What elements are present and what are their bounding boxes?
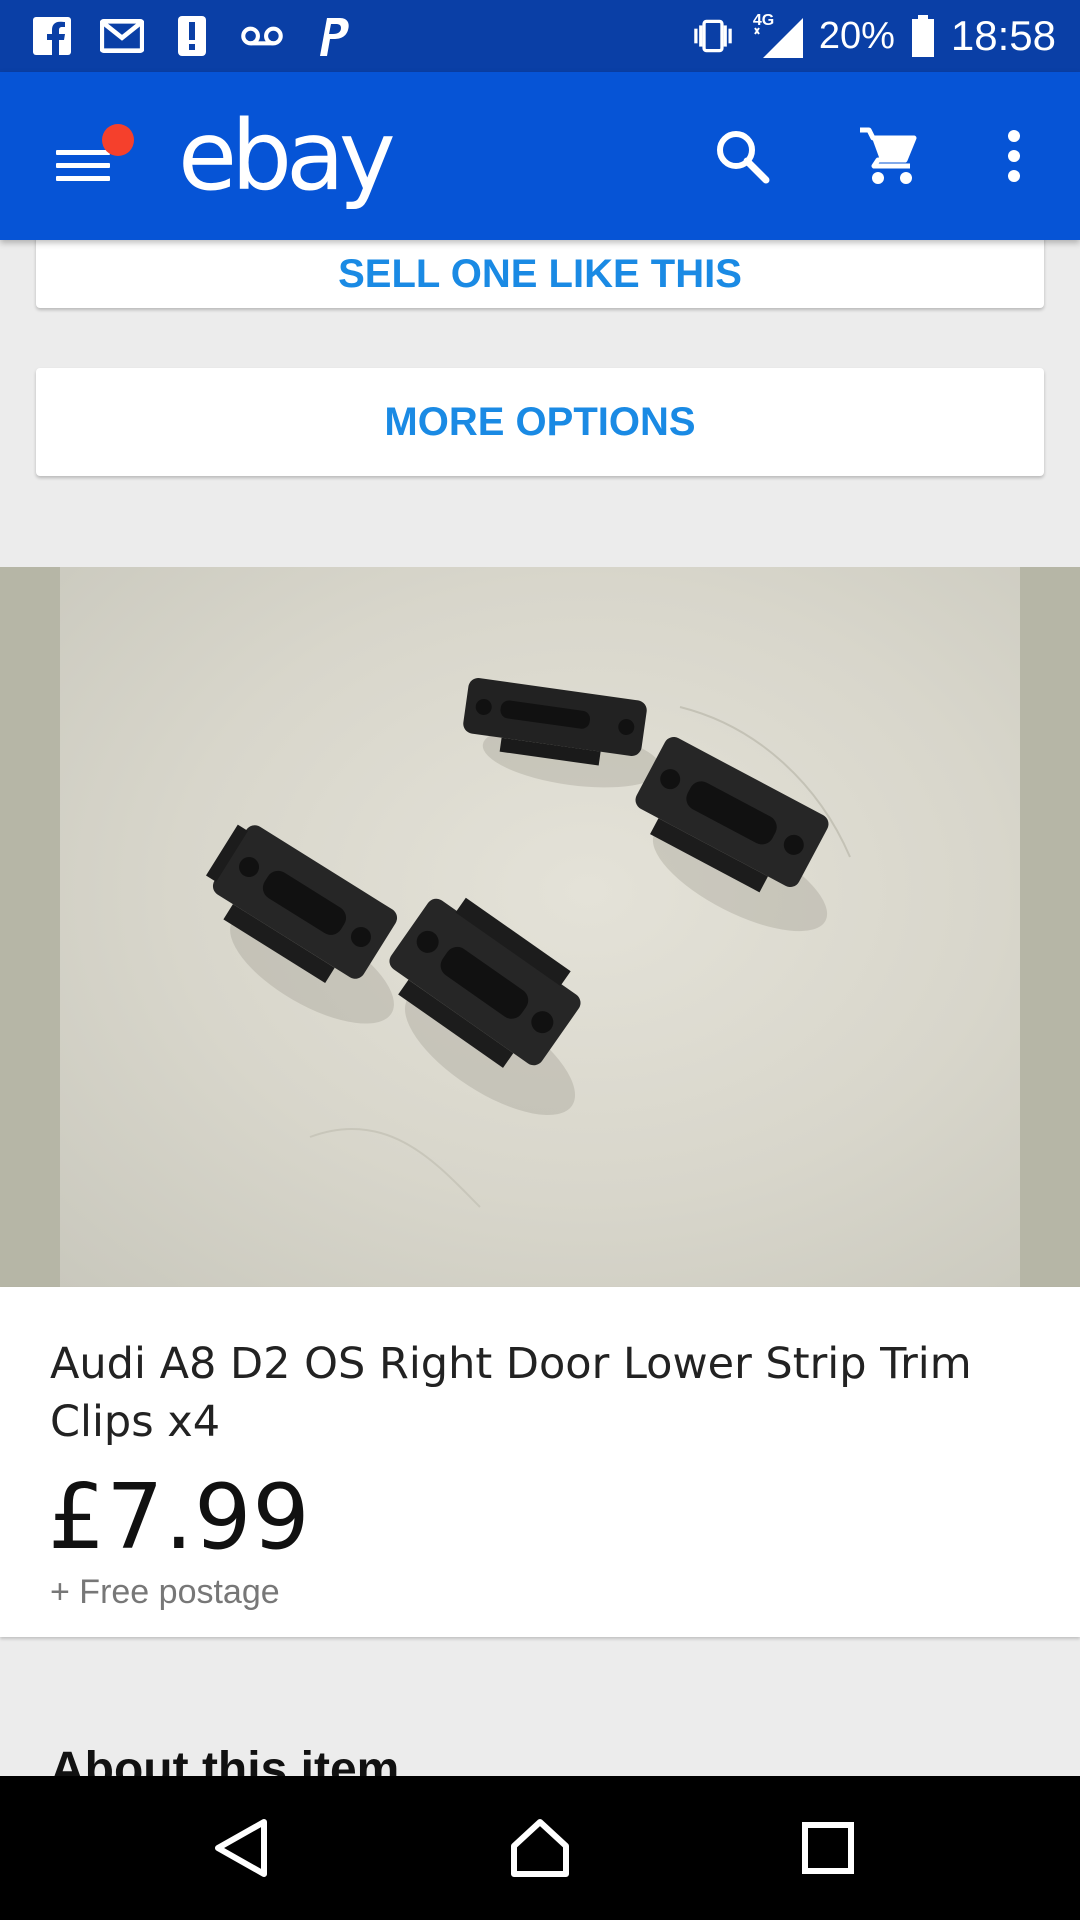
more-options-button[interactable]: MORE OPTIONS (36, 368, 1044, 476)
cart-icon (860, 127, 917, 184)
more-vert-icon (1008, 130, 1020, 182)
cart-button[interactable] (852, 120, 924, 192)
voicemail-icon (240, 14, 284, 58)
alert-icon (170, 14, 214, 58)
facebook-icon (30, 14, 74, 58)
section-heading: About this item (50, 1743, 400, 1776)
search-icon (717, 131, 770, 184)
trim-clips-image (205, 678, 851, 1208)
postage-info: + Free postage (50, 1573, 280, 1611)
home-icon (511, 1819, 569, 1877)
battery-icon (909, 14, 937, 58)
recents-button[interactable] (778, 1798, 878, 1898)
vibrate-icon (691, 14, 735, 58)
signal-icon: 4G (749, 12, 805, 58)
item-image-gallery[interactable] (0, 567, 1080, 1287)
item-title: Audi A8 D2 OS Right Door Lower Strip Tri… (50, 1339, 972, 1447)
menu-button[interactable] (46, 122, 134, 192)
network-type: 4G (752, 12, 775, 29)
navigation-bar (0, 1776, 1080, 1920)
item-summary-card: Audi A8 D2 OS Right Door Lower Strip Tri… (0, 1287, 1080, 1637)
status-bar: 4G 20% 18:58 (0, 0, 1080, 72)
item-page[interactable]: SELL ONE LIKE THIS MORE OPTIONS Audi A8 … (0, 240, 1080, 1776)
search-button[interactable] (706, 120, 778, 192)
back-icon (215, 1819, 267, 1877)
item-photo[interactable] (60, 567, 1020, 1287)
home-button[interactable] (490, 1798, 590, 1898)
recents-icon (802, 1822, 854, 1874)
item-price: £7.99 (48, 1465, 311, 1570)
notification-icons (30, 14, 354, 58)
notification-dot (102, 124, 134, 156)
paypal-icon (310, 14, 354, 58)
system-indicators: 4G 20% 18:58 (691, 10, 1056, 62)
overflow-menu-button[interactable] (978, 120, 1050, 192)
back-button[interactable] (190, 1798, 290, 1898)
ebay-logo[interactable]: ebay (178, 100, 396, 212)
battery-percent: 20% (818, 14, 895, 57)
sell-one-like-this-button[interactable]: SELL ONE LIKE THIS (36, 240, 1044, 308)
gmail-icon (100, 14, 144, 58)
app-bar: ebay (0, 72, 1080, 240)
clock: 18:58 (950, 12, 1056, 59)
